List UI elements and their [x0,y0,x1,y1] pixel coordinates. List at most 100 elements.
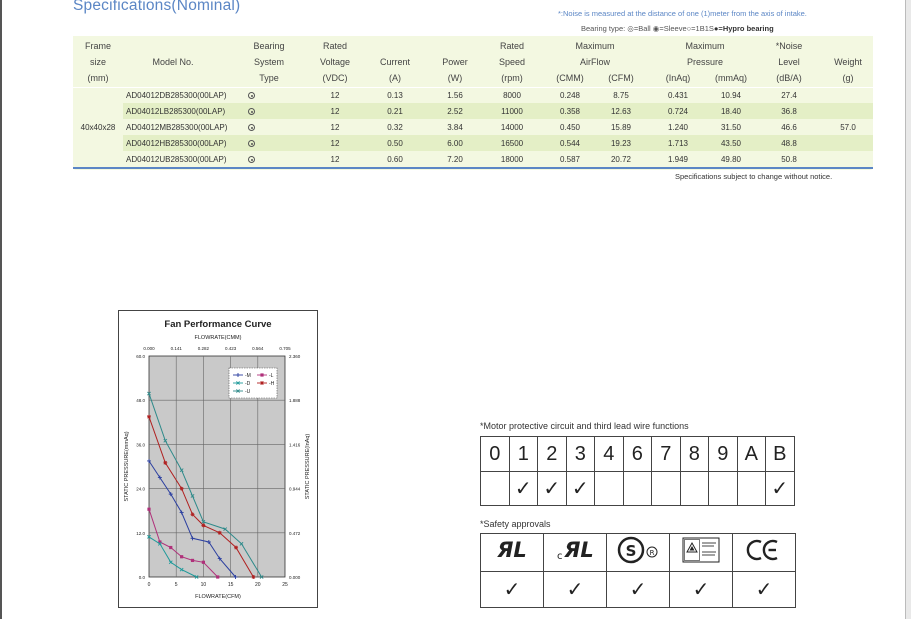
motor-code-0: 0 [480,436,510,472]
noise-level: 46.6 [781,122,797,132]
data-point-L [216,575,220,579]
noise-level: 50.8 [781,154,797,164]
motor-code-3: 3 [565,436,595,472]
y-tick-label-left: 12.0 [136,531,145,536]
data-point-H [163,460,168,465]
model-number: AD04012DB285300(00LAP) [126,90,227,100]
noise-level: 48.8 [781,138,797,148]
current: 0.13 [387,90,403,100]
spec-table-bottom-rule [73,167,873,169]
y-tick-label-left: 60.0 [136,354,145,359]
data-point-L [147,507,151,511]
hypro-bearing-text: ●=Hypro bearing [713,24,774,33]
check-icon: ✓ [732,571,796,608]
legend-marker-H [260,381,264,385]
pressure-inaq: 1.240 [667,122,689,132]
motor-code-B: B [765,436,795,472]
empty-cell [622,471,652,506]
ball-bearing-icon [248,140,255,147]
current: 0.60 [387,154,403,164]
legend-label: -D [245,381,251,387]
data-point-L [201,560,205,564]
x-tick-label: 10 [201,582,207,588]
rated-speed: 16500 [500,138,524,148]
y-tick-label-left: 0.0 [139,575,146,580]
model-number: AD04012UB285300(00LAP) [126,154,227,164]
data-point-H [251,575,256,579]
motor-code-6: 6 [622,436,652,472]
header-airflow: Maximum [575,41,615,51]
rated-speed: 11000 [501,106,523,116]
airflow-cfm: 12.63 [610,106,632,116]
rated-voltage: 12 [330,106,340,116]
data-point-H [234,545,239,550]
noise-note: *:Noise is measured at the distance of o… [558,9,807,18]
legend-label: -M [245,373,251,379]
ball-bearing-icon [248,108,255,115]
header-speed: Speed [498,57,526,67]
empty-cell [736,471,766,506]
header-frame-size: Frame [84,41,111,51]
motor-code-A: A [736,436,766,472]
check-icon: ✓ [606,571,670,608]
check-icon: ✓ [765,471,795,506]
check-icon: ✓ [537,471,567,506]
x-tick-label: 0 [148,582,151,588]
empty-cell [708,471,738,506]
x-tick-label: 20 [255,582,261,588]
bearing-type-legend: Bearing type: ◎=Ball ◉=Sleeve○=1B1S●=Hyp… [581,24,774,33]
model-number: AD04012LB285300(00LAP) [126,106,226,116]
right-scroll-edge [905,0,911,619]
current: 0.32 [387,122,403,132]
noise-level: 27.4 [781,90,797,100]
header-airflow: AirFlow [579,57,610,67]
top-tick-label: 0.141 [171,346,183,351]
check-icon: ✓ [480,571,544,608]
data-point-L [169,545,173,550]
rated-voltage: 12 [330,138,340,148]
x-tick-label: 25 [282,582,288,588]
top-tick-label: 0.282 [198,346,210,351]
empty-cell [679,471,709,506]
motor-code-7: 7 [651,436,681,472]
performance-chart: Fan Performance Curve FLOWRATE(CMM) 0 5 10 15… [124,319,311,600]
noise-level: 36.8 [781,106,797,116]
header-noise: *Noise [775,41,803,51]
rated-speed: 18000 [500,154,524,164]
svg-text:c: c [557,551,563,562]
top-tick-label: 0.705 [279,346,291,351]
top-tick-label: 0.564 [252,346,264,351]
empty-cell [651,471,681,506]
svg-text:ЯL: ЯL [563,538,594,562]
check-icon: ✓ [543,571,607,608]
pressure-mmaq: 49.80 [720,154,742,164]
ul-logo-icon: ЯL [480,533,544,572]
power: 7.20 [447,154,463,164]
top-axis-label: FLOWRATE(CMM) [195,335,242,341]
pressure-mmaq: 18.40 [720,106,742,116]
y-tick-label-right: 2.360 [289,354,301,359]
data-point-H [190,512,195,517]
header-pressure: Pressure [686,57,723,67]
data-point-L [190,558,195,563]
header-speed: Rated [499,41,525,51]
pressure-mmaq: 43.50 [720,138,742,148]
y-tick-label-left: 24.0 [136,487,145,492]
airflow-cfm: 15.89 [610,122,632,132]
y-tick-label-left: 48.0 [136,398,145,403]
rated-voltage: 12 [330,154,340,164]
tuv-logo-icon [669,533,733,572]
airflow-cfm: 20.72 [610,154,632,164]
pressure-inaq: 0.724 [667,106,689,116]
check-icon: ✓ [669,571,733,608]
y-axis-label-right: STATIC PRESSURE(InAq) [305,434,311,500]
frame-size-value: 40x40x28 [80,122,116,132]
pressure-inaq: 1.713 [667,138,689,148]
motor-code-2: 2 [537,436,567,472]
ball-bearing-icon [248,124,255,131]
y-tick-label-left: 36.0 [136,442,145,447]
y-tick-label-right: 0.944 [289,487,301,492]
power: 3.84 [447,122,463,132]
ball-bearing-icon [248,92,255,99]
safety-approvals-table: ЯL c ЯL S R ✓ ✓ ✓ ✓ ✓ [480,533,796,608]
